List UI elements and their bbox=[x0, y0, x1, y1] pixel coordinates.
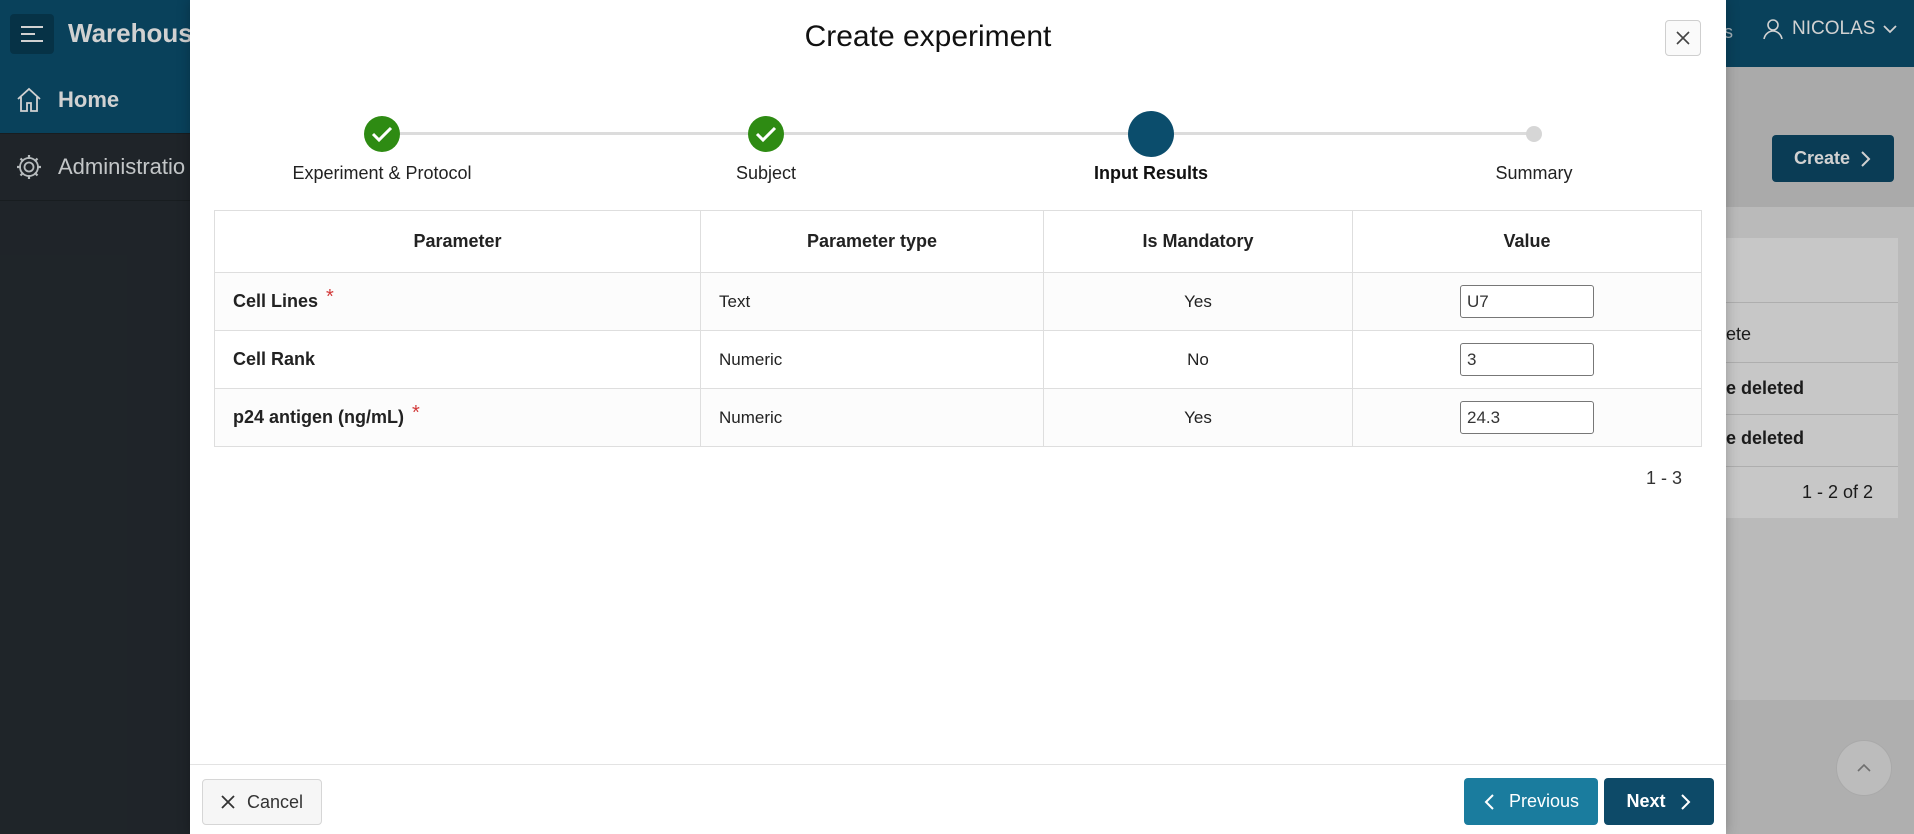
value-cell bbox=[1352, 388, 1702, 447]
required-indicator: * bbox=[412, 402, 420, 424]
step-complete-experiment bbox=[364, 116, 400, 152]
value-cell bbox=[1352, 330, 1702, 389]
step-label-experiment: Experiment & Protocol bbox=[292, 163, 472, 183]
next-button[interactable]: Next bbox=[1604, 778, 1714, 825]
previous-button-label: Previous bbox=[1508, 791, 1580, 811]
step-current-input-results bbox=[1128, 111, 1174, 157]
step-pending-summary bbox=[1526, 126, 1542, 142]
parameter-type: Text bbox=[700, 272, 1044, 331]
table-row: Cell Rank Numeric No bbox=[214, 330, 1702, 389]
dialog-title: Create experiment bbox=[804, 20, 1052, 53]
table-row: p24 antigen (ng/mL) * Numeric Yes bbox=[214, 388, 1702, 447]
table-row: Cell Lines * Text Yes bbox=[214, 272, 1702, 331]
table-header-row: Parameter Parameter type Is Mandatory Va… bbox=[214, 210, 1702, 273]
parameters-table: Parameter Parameter type Is Mandatory Va… bbox=[214, 210, 1702, 447]
value-cell bbox=[1352, 272, 1702, 331]
parameter-cell: Cell Rank bbox=[214, 330, 701, 389]
column-header-is-mandatory[interactable]: Is Mandatory bbox=[1043, 210, 1353, 273]
parameter-type: Numeric bbox=[700, 330, 1044, 389]
value-input-cell-rank[interactable] bbox=[1460, 343, 1594, 376]
value-input-p24-antigen[interactable] bbox=[1460, 401, 1594, 434]
close-icon bbox=[1676, 31, 1690, 45]
required-indicator: * bbox=[326, 286, 334, 308]
previous-button[interactable]: Previous bbox=[1464, 778, 1598, 825]
check-icon bbox=[755, 126, 777, 143]
value-input-cell-lines[interactable] bbox=[1460, 285, 1594, 318]
column-header-parameter[interactable]: Parameter bbox=[214, 210, 701, 273]
parameter-name: Cell Lines bbox=[233, 291, 319, 311]
column-header-parameter-type[interactable]: Parameter type bbox=[700, 210, 1044, 273]
step-label-subject: Subject bbox=[735, 163, 797, 183]
parameter-type: Numeric bbox=[700, 388, 1044, 447]
create-experiment-dialog: Create experiment Experiment & Protocol … bbox=[190, 0, 1726, 834]
next-button-label: Next bbox=[1626, 791, 1666, 811]
step-complete-subject bbox=[748, 116, 784, 152]
cancel-button[interactable]: Cancel bbox=[202, 779, 322, 825]
cancel-button-label: Cancel bbox=[246, 791, 304, 812]
step-label-input-results: Input Results bbox=[1093, 163, 1208, 183]
dialog-footer: Cancel Previous Next bbox=[190, 764, 1726, 834]
table-pagination: 1 - 3 bbox=[1646, 468, 1683, 488]
check-icon bbox=[371, 126, 393, 143]
parameter-cell: Cell Lines * bbox=[214, 272, 701, 331]
wizard-progress: Experiment & Protocol Subject Input Resu… bbox=[190, 108, 1726, 188]
parameter-name: p24 antigen (ng/mL) bbox=[233, 407, 404, 427]
parameter-name: Cell Rank bbox=[233, 349, 316, 369]
is-mandatory: No bbox=[1043, 330, 1353, 389]
parameter-cell: p24 antigen (ng/mL) * bbox=[214, 388, 701, 447]
wizard-track bbox=[382, 132, 1530, 135]
chevron-left-icon bbox=[1484, 793, 1494, 810]
chevron-right-icon bbox=[1680, 793, 1690, 810]
step-label-summary: Summary bbox=[1495, 163, 1573, 183]
is-mandatory: Yes bbox=[1043, 388, 1353, 447]
column-header-value[interactable]: Value bbox=[1352, 210, 1702, 273]
is-mandatory: Yes bbox=[1043, 272, 1353, 331]
close-button[interactable] bbox=[1665, 20, 1701, 56]
close-icon bbox=[221, 795, 235, 809]
